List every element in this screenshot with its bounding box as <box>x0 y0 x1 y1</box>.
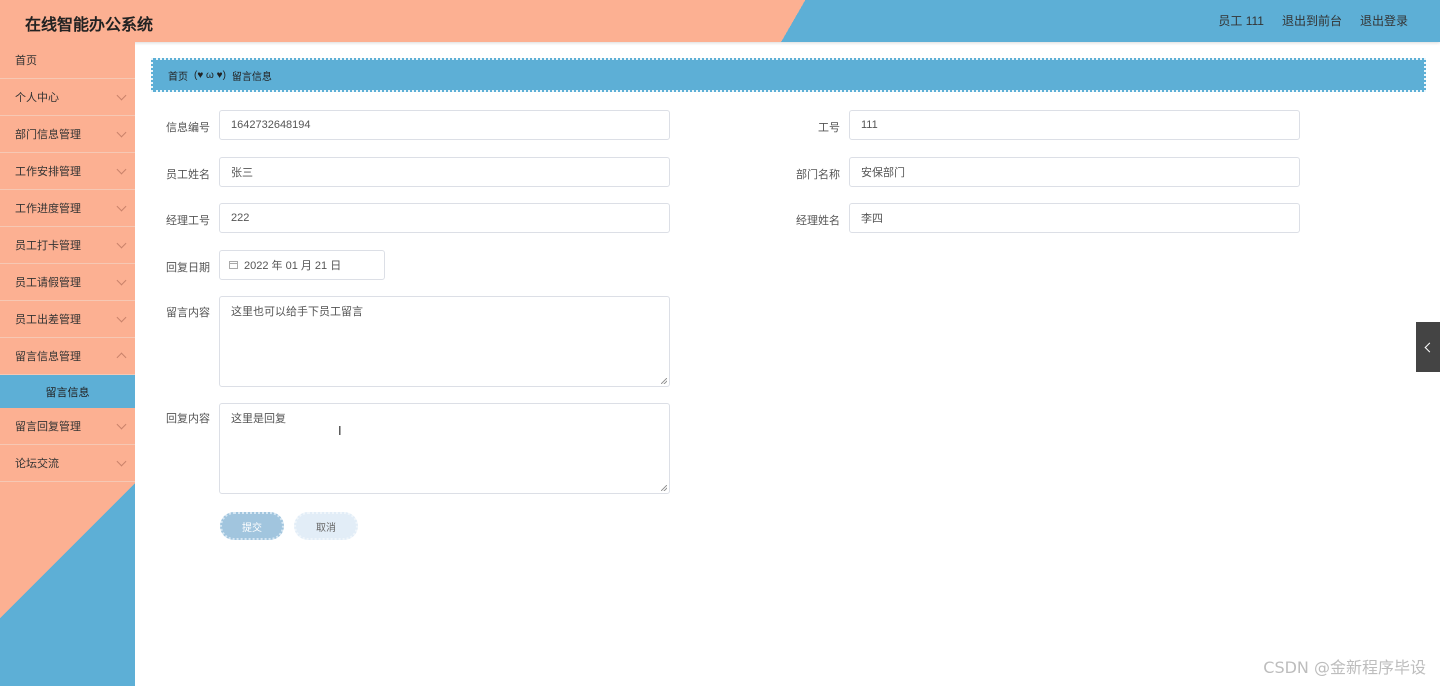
message-content-label: 留言内容 <box>166 307 210 319</box>
sidebar-item-business-trip[interactable]: 员工出差管理 <box>0 301 135 338</box>
logout-link[interactable]: 退出登录 <box>1360 12 1408 29</box>
sidebar-item-attendance[interactable]: 员工打卡管理 <box>0 227 135 264</box>
reply-date-value: 2022 年 01 月 21 日 <box>244 260 342 272</box>
sidebar-item-forum[interactable]: 论坛交流 <box>0 445 135 482</box>
watermark: CSDN @金新程序毕设 <box>1263 658 1426 677</box>
department-name-label: 部门名称 <box>796 169 840 181</box>
employee-name-field[interactable]: 张三 <box>219 157 670 187</box>
work-no-field[interactable]: 111 <box>849 110 1300 140</box>
reply-date-picker[interactable]: 2022 年 01 月 21 日 <box>219 250 385 280</box>
breadcrumb-emoticon: (♥ ω ♥) <box>194 69 226 81</box>
sidebar-item-label: 员工请假管理 <box>15 277 81 289</box>
sidebar-item-messages[interactable]: 留言信息管理 <box>0 338 135 375</box>
sidebar-item-label: 首页 <box>15 55 37 67</box>
message-content-value: 这里也可以给手下员工留言 <box>231 306 363 318</box>
manager-name-label: 经理姓名 <box>796 215 840 227</box>
department-name-field[interactable]: 安保部门 <box>849 157 1300 187</box>
manager-no-field[interactable]: 222 <box>219 203 670 233</box>
chevron-down-icon <box>116 201 127 212</box>
top-header: 在线智能办公系统 员工 111 退出到前台 退出登录 <box>0 0 1440 42</box>
sidebar-menu: 首页 个人中心 部门信息管理 工作安排管理 工作进度管理 员工打卡管理 员工请假… <box>0 42 135 686</box>
employee-name-label: 员工姓名 <box>166 169 210 181</box>
work-no-label: 工号 <box>818 122 840 134</box>
app-title: 在线智能办公系统 <box>25 15 154 34</box>
sidebar-item-work-schedule[interactable]: 工作安排管理 <box>0 153 135 190</box>
sidebar-item-message-replies[interactable]: 留言回复管理 <box>0 408 135 445</box>
chevron-left-icon <box>1424 342 1435 352</box>
current-user: 员工 111 <box>1218 14 1264 28</box>
message-content-textarea[interactable]: 这里也可以给手下员工留言 <box>219 296 670 387</box>
calendar-icon <box>229 261 238 269</box>
reply-date-label: 回复日期 <box>166 262 210 274</box>
chevron-down-icon <box>116 312 127 323</box>
header-actions: 员工 111 退出到前台 退出登录 <box>1218 12 1408 29</box>
chevron-down-icon <box>116 127 127 138</box>
chevron-down-icon <box>116 90 127 101</box>
sidebar-subitem-message-info[interactable]: 留言信息 <box>0 375 135 408</box>
sidebar-item-leave[interactable]: 员工请假管理 <box>0 264 135 301</box>
chevron-up-icon <box>116 352 127 363</box>
sidebar-item-label: 留言回复管理 <box>15 421 81 433</box>
chevron-down-icon <box>116 164 127 175</box>
text-cursor-icon: I <box>338 423 342 438</box>
sidebar-item-label: 工作安排管理 <box>15 166 81 178</box>
sidebar-item-home[interactable]: 首页 <box>0 42 135 79</box>
sidebar-item-personal-center[interactable]: 个人中心 <box>0 79 135 116</box>
info-no-field[interactable]: 1642732648194 <box>219 110 670 140</box>
breadcrumb-current: 留言信息 <box>231 71 272 83</box>
resize-handle-icon[interactable] <box>661 485 667 491</box>
sidebar-item-label: 员工打卡管理 <box>15 240 81 252</box>
sidebar-item-label: 留言信息管理 <box>15 351 81 363</box>
sidebar-item-label: 个人中心 <box>15 92 59 104</box>
reply-content-label: 回复内容 <box>166 413 210 425</box>
sidebar-item-work-progress[interactable]: 工作进度管理 <box>0 190 135 227</box>
collapse-panel-button[interactable] <box>1416 322 1440 372</box>
submit-button[interactable]: 提交 <box>220 512 284 540</box>
manager-name-field[interactable]: 李四 <box>849 203 1300 233</box>
sidebar-item-department[interactable]: 部门信息管理 <box>0 116 135 153</box>
exit-to-frontend-link[interactable]: 退出到前台 <box>1282 12 1342 29</box>
reply-content-value: 这里是回复 <box>231 413 286 425</box>
chevron-down-icon <box>116 456 127 467</box>
breadcrumb: 首页 (♥ ω ♥) 留言信息 <box>151 58 1426 92</box>
cancel-button[interactable]: 取消 <box>294 512 358 540</box>
sidebar-item-label: 工作进度管理 <box>15 203 81 215</box>
chevron-down-icon <box>116 275 127 286</box>
resize-handle-icon[interactable] <box>661 378 667 384</box>
info-no-label: 信息编号 <box>166 122 210 134</box>
sidebar-item-label: 论坛交流 <box>15 458 59 470</box>
chevron-down-icon <box>116 238 127 249</box>
reply-content-textarea[interactable]: 这里是回复 <box>219 403 670 494</box>
sidebar-item-label: 部门信息管理 <box>15 129 81 141</box>
chevron-down-icon <box>116 419 127 430</box>
breadcrumb-home[interactable]: 首页 <box>168 68 188 83</box>
manager-no-label: 经理工号 <box>166 215 210 227</box>
sidebar-item-label: 员工出差管理 <box>15 314 81 326</box>
